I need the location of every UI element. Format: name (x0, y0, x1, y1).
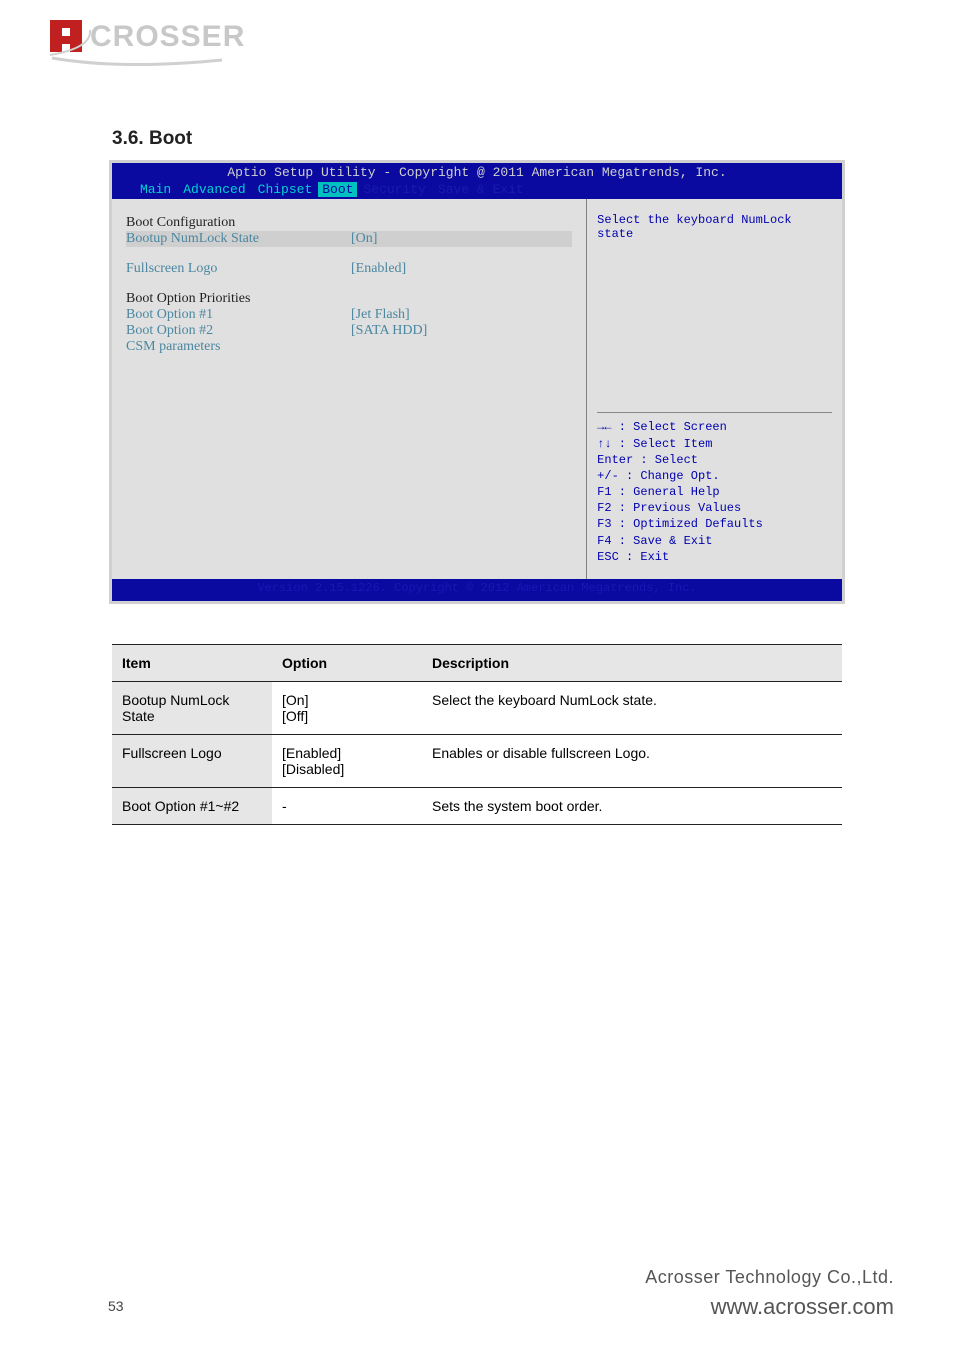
tab-security[interactable]: Security (357, 182, 431, 197)
key-f4: F4 : Save & Exit (597, 533, 832, 549)
boot-option-2-label: Boot Option #2 (126, 323, 351, 339)
help-keys: →← : Select Screen ↑↓ : Select Item Ente… (597, 412, 832, 565)
boot-option-2-value: [SATA HDD] (351, 323, 427, 339)
key-select-item: ↑↓ : Select Item (597, 436, 832, 452)
key-change-opt: +/- : Change Opt. (597, 468, 832, 484)
tab-advanced[interactable]: Advanced (177, 182, 251, 197)
footer-company: Acrosser Technology Co.,Ltd. (645, 1267, 894, 1288)
bios-title: Aptio Setup Utility - Copyright @ 2011 A… (112, 165, 842, 180)
fullscreen-row[interactable]: Fullscreen Logo [Enabled] (126, 261, 572, 277)
tab-save-exit[interactable]: Save & Exit (432, 182, 530, 197)
cell-item: Fullscreen Logo (112, 735, 272, 788)
table-header-row: Item Option Description (112, 645, 842, 682)
key-enter: Enter : Select (597, 452, 832, 468)
tab-boot[interactable]: Boot (318, 182, 357, 197)
bios-tabs: Main Advanced Chipset Boot Security Save… (112, 182, 842, 197)
th-description: Description (422, 645, 842, 682)
section-heading: 3.6. Boot (112, 128, 954, 150)
bios-titlebar: Aptio Setup Utility - Copyright @ 2011 A… (112, 163, 842, 199)
cell-option: [Enabled] [Disabled] (272, 735, 422, 788)
table-row: Boot Option #1~#2 - Sets the system boot… (112, 788, 842, 825)
table-row: Fullscreen Logo [Enabled] [Disabled] Ena… (112, 735, 842, 788)
numlock-value: [On] (351, 231, 377, 247)
fullscreen-label: Fullscreen Logo (126, 261, 351, 277)
bios-left-pane: Boot Configuration Bootup NumLock State … (112, 199, 586, 579)
acrosser-logo: CROSSER (42, 10, 322, 75)
csm-parameters[interactable]: CSM parameters (126, 339, 572, 355)
cell-item: Bootup NumLock State (112, 682, 272, 735)
key-select-screen: →← : Select Screen (597, 419, 832, 435)
bios-right-pane: Select the keyboard NumLock state →← : S… (586, 199, 842, 579)
cell-item: Boot Option #1~#2 (112, 788, 272, 825)
cell-desc: Enables or disable fullscreen Logo. (422, 735, 842, 788)
boot-option-1-row[interactable]: Boot Option #1 [Jet Flash] (126, 307, 572, 323)
key-f1: F1 : General Help (597, 484, 832, 500)
fullscreen-value: [Enabled] (351, 261, 406, 277)
tab-main[interactable]: Main (134, 182, 177, 197)
bios-screenshot: Aptio Setup Utility - Copyright @ 2011 A… (109, 160, 845, 604)
key-esc: ESC : Exit (597, 549, 832, 565)
th-item: Item (112, 645, 272, 682)
th-option: Option (272, 645, 422, 682)
numlock-row[interactable]: Bootup NumLock State [On] (126, 231, 572, 247)
cell-desc: Select the keyboard NumLock state. (422, 682, 842, 735)
bios-footer: Version 2.15.1226. Copyright © 2012 Amer… (112, 579, 842, 601)
boot-option-1-label: Boot Option #1 (126, 307, 351, 323)
boot-option-2-row[interactable]: Boot Option #2 [SATA HDD] (126, 323, 572, 339)
svg-text:CROSSER: CROSSER (90, 20, 245, 53)
cell-desc: Sets the system boot order. (422, 788, 842, 825)
section-title: Boot (149, 128, 192, 149)
numlock-label: Bootup NumLock State (126, 231, 351, 247)
tab-chipset[interactable]: Chipset (252, 182, 319, 197)
boot-priorities-header: Boot Option Priorities (126, 291, 572, 307)
section-number: 3.6. (112, 128, 144, 149)
page-footer: Acrosser Technology Co.,Ltd. www.acrosse… (645, 1267, 894, 1320)
boot-config-header: Boot Configuration (126, 215, 572, 231)
options-table: Item Option Description Bootup NumLock S… (112, 644, 842, 825)
boot-option-1-value: [Jet Flash] (351, 307, 410, 323)
help-text: Select the keyboard NumLock state (597, 213, 832, 241)
table-row: Bootup NumLock State [On] [Off] Select t… (112, 682, 842, 735)
key-f3: F3 : Optimized Defaults (597, 516, 832, 532)
bios-body: Boot Configuration Bootup NumLock State … (112, 199, 842, 579)
cell-option: - (272, 788, 422, 825)
footer-url: www.acrosser.com (645, 1294, 894, 1320)
page-number: 53 (108, 1298, 124, 1314)
key-f2: F2 : Previous Values (597, 500, 832, 516)
cell-option: [On] [Off] (272, 682, 422, 735)
